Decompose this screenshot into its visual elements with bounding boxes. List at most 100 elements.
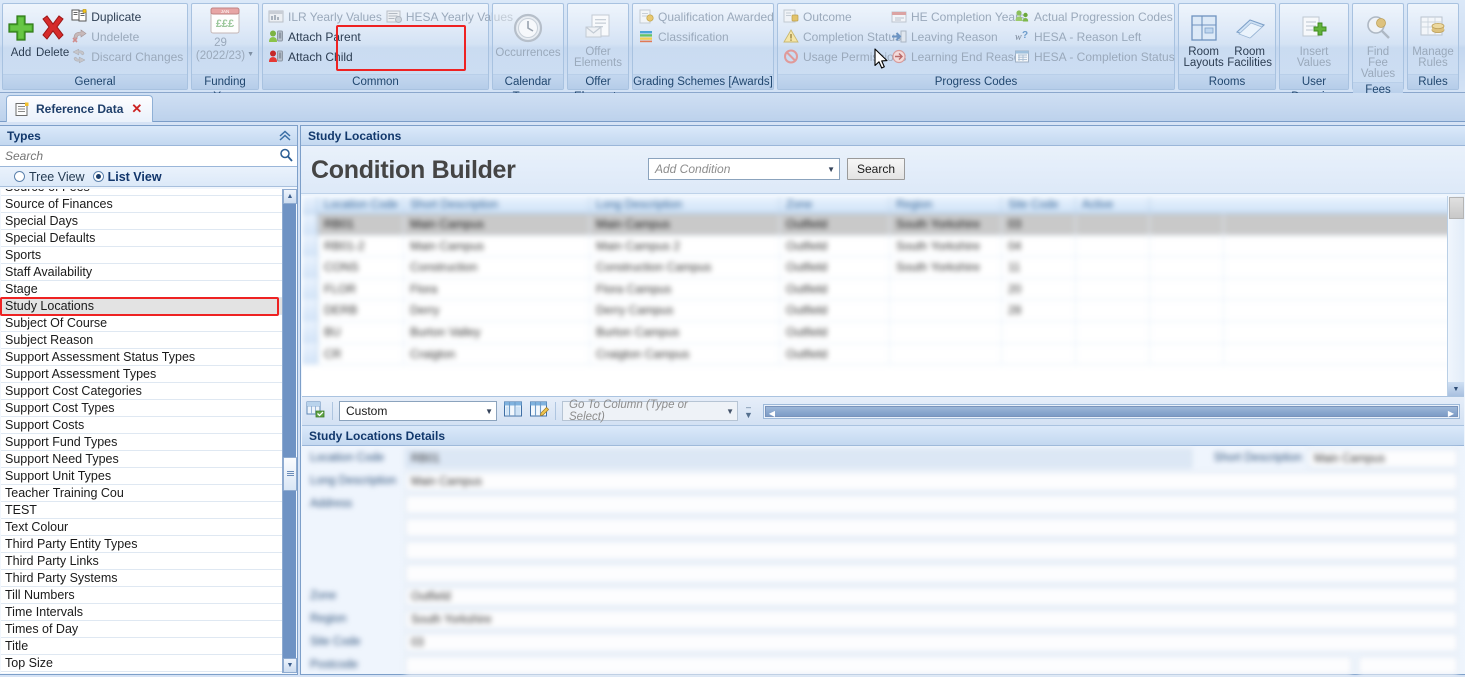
detail-field[interactable] xyxy=(405,518,1458,537)
hscroll-thumb[interactable]: ◀ ▶ xyxy=(764,405,1458,418)
table-cell[interactable] xyxy=(1076,278,1150,300)
offer-elements-button[interactable]: Offer Elements xyxy=(571,6,625,69)
table-cell[interactable]: Derry xyxy=(404,300,590,321)
usage-permissions-button[interactable]: Usage Permissions xyxy=(781,47,906,67)
table-cell[interactable]: CONS xyxy=(318,257,404,278)
table-cell[interactable] xyxy=(1150,278,1224,300)
list-item[interactable]: Support Assessment Status Types xyxy=(1,349,282,366)
ilr-yearly-values-button[interactable]: ILR Yearly Values xyxy=(266,7,384,27)
table-cell[interactable] xyxy=(1150,235,1224,257)
data-grid-scrollbar[interactable]: ▼ xyxy=(1447,196,1464,396)
detail-field[interactable]: Main Campus xyxy=(405,472,1458,491)
detail-field[interactable] xyxy=(405,564,1458,583)
types-list-scrollbar[interactable]: ▲ ▼ xyxy=(282,189,297,673)
list-item[interactable]: Stage xyxy=(1,281,282,298)
row-selector[interactable] xyxy=(302,214,318,235)
table-cell[interactable]: BU xyxy=(318,321,404,343)
details-form[interactable]: Location Code RB01 Short Description Main C… xyxy=(302,447,1464,675)
table-cell[interactable]: Outfield xyxy=(780,343,890,365)
list-item[interactable]: Support Unit Types xyxy=(1,468,282,485)
table-cell[interactable]: Burton Valley xyxy=(404,321,590,343)
scroll-left-icon[interactable]: ◀ xyxy=(769,409,775,418)
types-list[interactable]: Source of Fees Source of Finances Special … xyxy=(1,189,296,673)
list-item[interactable]: Support Costs xyxy=(1,417,282,434)
list-item[interactable]: Third Party Systems xyxy=(1,570,282,587)
table-cell[interactable] xyxy=(1002,321,1076,343)
outcome-button[interactable]: Outcome xyxy=(781,7,889,27)
list-item[interactable]: Support Fund Types xyxy=(1,434,282,451)
list-item[interactable]: Third Party Links xyxy=(1,553,282,570)
table-cell[interactable]: Outfield xyxy=(780,278,890,300)
list-item[interactable]: Till Numbers xyxy=(1,587,282,604)
list-item[interactable]: Subject Of Course xyxy=(1,315,282,332)
tab-reference-data[interactable]: Reference Data ✕ xyxy=(6,95,154,122)
table-row[interactable]: BU Burton Valley Burton Campus Outfield xyxy=(302,321,1464,344)
goto-column-select[interactable]: Go To Column (Type or Select) ▼ xyxy=(562,399,738,423)
row-selector[interactable] xyxy=(302,300,318,321)
grid-column-header[interactable]: Site Code xyxy=(1002,196,1076,213)
list-item[interactable]: Support Cost Categories xyxy=(1,383,282,400)
table-cell[interactable]: Outfield xyxy=(780,235,890,257)
detail-field[interactable] xyxy=(405,495,1458,514)
table-cell[interactable] xyxy=(1150,343,1224,365)
table-cell[interactable] xyxy=(890,321,1002,343)
row-selector[interactable] xyxy=(302,278,318,300)
table-cell[interactable]: Main Campus xyxy=(590,214,780,235)
detail-field[interactable] xyxy=(405,656,1352,675)
row-selector[interactable] xyxy=(302,257,318,278)
hesa-reason-left-button[interactable]: w ? HESA - Reason Left xyxy=(1012,27,1170,47)
table-row[interactable]: DERB Derry Derry Campus Outfield 28 xyxy=(302,300,1464,322)
table-cell[interactable]: Craigton xyxy=(404,343,590,365)
grid-column-header[interactable]: Long Description xyxy=(590,196,780,213)
detail-field-secondary[interactable]: Main Campus xyxy=(1308,449,1458,468)
table-cell[interactable] xyxy=(1076,300,1150,321)
qualification-awarded-button[interactable]: Qualification Awarded xyxy=(636,7,776,27)
row-selector[interactable] xyxy=(302,235,318,257)
list-item[interactable]: TEST xyxy=(1,502,282,519)
table-cell[interactable] xyxy=(1076,343,1150,365)
list-item[interactable]: Special Defaults xyxy=(1,230,282,247)
table-cell[interactable]: 28 xyxy=(1002,300,1076,321)
scroll-thumb[interactable] xyxy=(283,457,297,491)
detail-field[interactable]: Outfield xyxy=(405,587,1458,606)
scroll-down-icon[interactable]: ▼ xyxy=(283,658,297,673)
grid-layout-select[interactable]: Custom ▼ xyxy=(339,401,497,421)
list-item[interactable]: Subject Reason xyxy=(1,332,282,349)
discard-changes-button[interactable]: Discard Changes xyxy=(69,47,185,67)
table-row[interactable]: RB01 Main Campus Main Campus Outfield South … xyxy=(302,214,1464,236)
grid-horizontal-scrollbar[interactable]: ◀ ▶ xyxy=(762,403,1460,419)
table-cell[interactable]: South Yorkshire xyxy=(890,235,1002,257)
attach-parent-button[interactable]: Attach Parent xyxy=(266,27,485,47)
detail-field[interactable]: RB01 xyxy=(405,449,1192,468)
table-cell[interactable]: RB01-2 xyxy=(318,235,404,257)
list-item[interactable]: Title xyxy=(1,638,282,655)
table-cell[interactable] xyxy=(1150,321,1224,343)
table-cell[interactable]: RB01 xyxy=(318,214,404,235)
table-row[interactable]: CR Craigton Craigton Campus Outfield xyxy=(302,343,1464,366)
hesa-completion-status-button[interactable]: HESA - Completion Status xyxy=(1012,47,1175,67)
room-facilities-button[interactable]: Room Facilities xyxy=(1227,6,1272,69)
grid-column-header[interactable]: Location Code xyxy=(318,196,404,213)
scroll-right-icon[interactable]: ▶ xyxy=(1448,409,1454,418)
row-selector[interactable] xyxy=(302,321,318,343)
list-item[interactable]: Top Size xyxy=(1,655,282,672)
detail-field[interactable] xyxy=(405,541,1458,560)
table-cell[interactable]: Flora xyxy=(404,278,590,300)
table-cell[interactable]: 20 xyxy=(1002,278,1076,300)
completion-status-button[interactable]: Completion Status xyxy=(781,27,901,47)
he-completion-years-button[interactable]: HE Completion Years xyxy=(889,7,1025,27)
insert-values-button[interactable]: Insert Values xyxy=(1283,6,1345,69)
list-item[interactable]: Staff Availability xyxy=(1,264,282,281)
grid-scroll-thumb[interactable] xyxy=(1449,197,1464,219)
add-condition-select[interactable]: Add Condition ▼ xyxy=(648,158,840,180)
add-button[interactable]: Add xyxy=(6,6,36,59)
table-cell[interactable]: South Yorkshire xyxy=(890,214,1002,235)
list-item[interactable]: Time Intervals xyxy=(1,604,282,621)
grid-column-header[interactable]: Zone xyxy=(780,196,890,213)
table-cell[interactable] xyxy=(1002,343,1076,365)
table-cell[interactable]: Main Campus xyxy=(404,235,590,257)
search-button[interactable]: Search xyxy=(847,158,906,180)
list-item[interactable]: Source of Fees xyxy=(1,189,282,196)
scroll-up-icon[interactable]: ▲ xyxy=(283,189,297,204)
row-selector[interactable] xyxy=(302,343,318,365)
